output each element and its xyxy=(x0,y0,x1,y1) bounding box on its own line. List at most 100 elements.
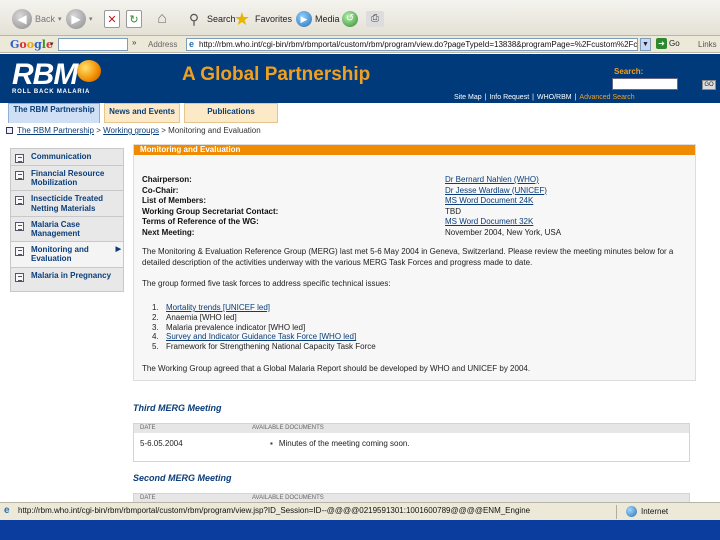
site-map-link[interactable]: Site Map xyxy=(454,94,482,101)
globe-logo-icon xyxy=(77,60,101,82)
media-button[interactable]: ▶ Media xyxy=(296,6,340,32)
field-co-chair: Co-Chair: Dr Jesse Wardlaw (UNICEF) xyxy=(142,186,690,197)
history-icon: ↺ xyxy=(342,11,358,27)
task-force-link[interactable]: Mortality trends [UNICEF led] xyxy=(166,303,270,312)
task-forces-list: 1. Mortality trends [UNICEF led] 2. Anaemi… xyxy=(152,303,376,352)
breadcrumb-current: Monitoring and Evaluation xyxy=(168,126,261,135)
breadcrumb: The RBM Partnership > Working groups > M… xyxy=(6,126,261,135)
task-force-text: Malaria prevalence indicator [WHO led] xyxy=(166,322,306,332)
sidebar-item-financial-resource-mobilization[interactable]: Financial Resource Mobilization xyxy=(11,166,123,192)
sidebar-item-label: Insecticide Treated Netting Materials xyxy=(31,194,104,213)
tab-news-and-events[interactable]: News and Events xyxy=(104,103,180,123)
google-letter: G xyxy=(10,38,20,51)
site-search-go-button[interactable]: GO xyxy=(702,80,716,90)
history-button[interactable]: ↺ xyxy=(342,6,358,32)
field-chairperson: Chairperson: Dr Bernard Nahlen (WHO) xyxy=(142,175,690,186)
task-forces-intro: The group formed five task forces to add… xyxy=(142,279,391,288)
links-label[interactable]: Links xyxy=(698,40,717,49)
document-icon xyxy=(15,221,24,231)
go-label: Go xyxy=(669,39,680,48)
tab-publications[interactable]: Publications xyxy=(184,103,278,123)
print-button[interactable]: ⎙ xyxy=(366,6,384,32)
field-label: Co-Chair: xyxy=(142,185,179,195)
internet-zone-icon xyxy=(626,506,637,517)
page-icon xyxy=(6,127,13,134)
who-rbm-link[interactable]: WHO/RBM xyxy=(537,94,572,101)
third-merg-meeting-title: Third MERG Meeting xyxy=(133,403,222,413)
address-input[interactable]: http://rbm.who.int/cgi-bin/rbm/rbmportal… xyxy=(186,38,638,51)
list-item: 5. Framework for Strengthening National C… xyxy=(152,342,376,352)
list-number: 1. xyxy=(152,303,159,312)
forward-arrow-icon: ▶ xyxy=(66,9,86,29)
forward-button[interactable]: ▶ ▾ xyxy=(66,6,93,32)
home-button[interactable]: ⌂ xyxy=(152,6,172,32)
favorites-label: Favorites xyxy=(255,14,293,24)
site-search-label: Search: xyxy=(614,67,644,76)
link-separator: | xyxy=(574,94,577,101)
list-item: 2. Anaemia [WHO led] xyxy=(152,313,376,323)
global-report-paragraph: The Working Group agreed that a Global M… xyxy=(142,364,531,373)
field-value: TBD xyxy=(445,206,461,216)
section-header: Monitoring and Evaluation xyxy=(134,145,695,155)
list-number: 4. xyxy=(152,332,159,342)
tab-rbm-partnership[interactable]: The RBM Partnership xyxy=(8,103,100,123)
back-label: Back xyxy=(35,14,56,24)
favorites-button[interactable]: ★ Favorites xyxy=(232,6,292,32)
top-links: Site Map | Info Request | WHO/RBM | Advanced S… xyxy=(454,94,635,101)
google-letter: o xyxy=(26,38,35,51)
logo-subtitle: ROLL BACK MALARIA xyxy=(12,89,91,95)
co-chair-link[interactable]: Dr Jesse Wardlaw (UNICEF) xyxy=(445,186,547,195)
arrow-right-icon: ▶ xyxy=(115,246,121,254)
ie-page-icon: e xyxy=(4,505,10,516)
list-number: 3. xyxy=(152,322,159,332)
field-label: Terms of Reference of the WG: xyxy=(142,217,259,226)
sidebar-item-monitoring-and-evaluation[interactable]: Monitoring and Evaluation ▶ xyxy=(11,242,123,268)
toolbar-options-icon[interactable]: » xyxy=(132,38,136,47)
stop-button[interactable]: ✕ xyxy=(104,6,120,32)
field-terms-of-reference: Terms of Reference of the WG: MS Word Do… xyxy=(142,217,690,228)
document-icon xyxy=(15,272,24,282)
sidebar-item-communication[interactable]: Communication xyxy=(11,149,123,166)
back-button[interactable]: ◀ Back ▾ xyxy=(12,6,62,32)
members-document-link[interactable]: MS Word Document 24K xyxy=(445,196,533,205)
breadcrumb-item[interactable]: Working groups xyxy=(103,126,159,135)
task-force-text: Anaemia [WHO led] xyxy=(166,312,237,322)
info-request-link[interactable]: Info Request xyxy=(489,94,529,101)
address-dropdown-icon[interactable]: ▼ xyxy=(640,38,651,51)
link-separator: | xyxy=(484,94,487,101)
document-icon xyxy=(15,196,24,206)
breadcrumb-item[interactable]: The RBM Partnership xyxy=(17,126,94,135)
sidebar-item-malaria-case-management[interactable]: Malaria Case Management xyxy=(11,217,123,243)
second-meeting-documents-table: DATE AVAILABLE DOCUMENTS xyxy=(133,493,690,502)
forward-dropdown-icon: ▾ xyxy=(89,16,93,23)
table-header: DATE AVAILABLE DOCUMENTS xyxy=(134,424,689,433)
task-force-link[interactable]: Survey and Indicator Guidance Task Force… xyxy=(166,332,356,341)
chairperson-link[interactable]: Dr Bernard Nahlen (WHO) xyxy=(445,175,539,184)
home-icon: ⌂ xyxy=(157,10,167,27)
page-viewport: RBM ROLL BACK MALARIA A Global Partnersh… xyxy=(0,54,720,502)
google-dropdown-icon[interactable]: ▾ xyxy=(50,40,54,48)
site-search-input[interactable] xyxy=(612,78,678,90)
windows-taskbar xyxy=(0,520,720,540)
browser-status-bar: e http://rbm.who.int/cgi-bin/rbm/rbmport… xyxy=(0,502,720,520)
back-dropdown-icon: ▾ xyxy=(58,16,62,23)
printer-icon: ⎙ xyxy=(366,11,384,27)
second-merg-meeting-title: Second MERG Meeting xyxy=(133,473,232,483)
field-label: Next Meeting: xyxy=(142,227,195,237)
go-button[interactable]: ➜ Go xyxy=(656,38,680,49)
field-label: List of Members: xyxy=(142,196,207,205)
advanced-search-link[interactable]: Advanced Search xyxy=(579,94,634,101)
sidebar-item-label: Communication xyxy=(31,152,92,161)
refresh-button[interactable]: ↻ xyxy=(126,6,142,32)
terms-document-link[interactable]: MS Word Document 32K xyxy=(445,217,533,226)
browser-toolbar: ◀ Back ▾ ▶ ▾ ✕ ↻ ⌂ ⚲ Search ★ Favorites … xyxy=(0,0,720,36)
link-separator: | xyxy=(532,94,534,101)
search-button[interactable]: ⚲ Search xyxy=(184,6,236,32)
field-label: Working Group Secretariat Contact: xyxy=(142,206,279,216)
status-divider xyxy=(616,505,617,519)
field-list-of-members: List of Members: MS Word Document 24K xyxy=(142,196,690,207)
rbm-logo[interactable]: RBM xyxy=(12,58,78,92)
google-search-input[interactable] xyxy=(58,38,128,51)
sidebar-item-malaria-in-pregnancy[interactable]: Malaria in Pregnancy xyxy=(11,268,123,291)
sidebar-item-insecticide-treated-netting[interactable]: Insecticide Treated Netting Materials xyxy=(11,191,123,217)
